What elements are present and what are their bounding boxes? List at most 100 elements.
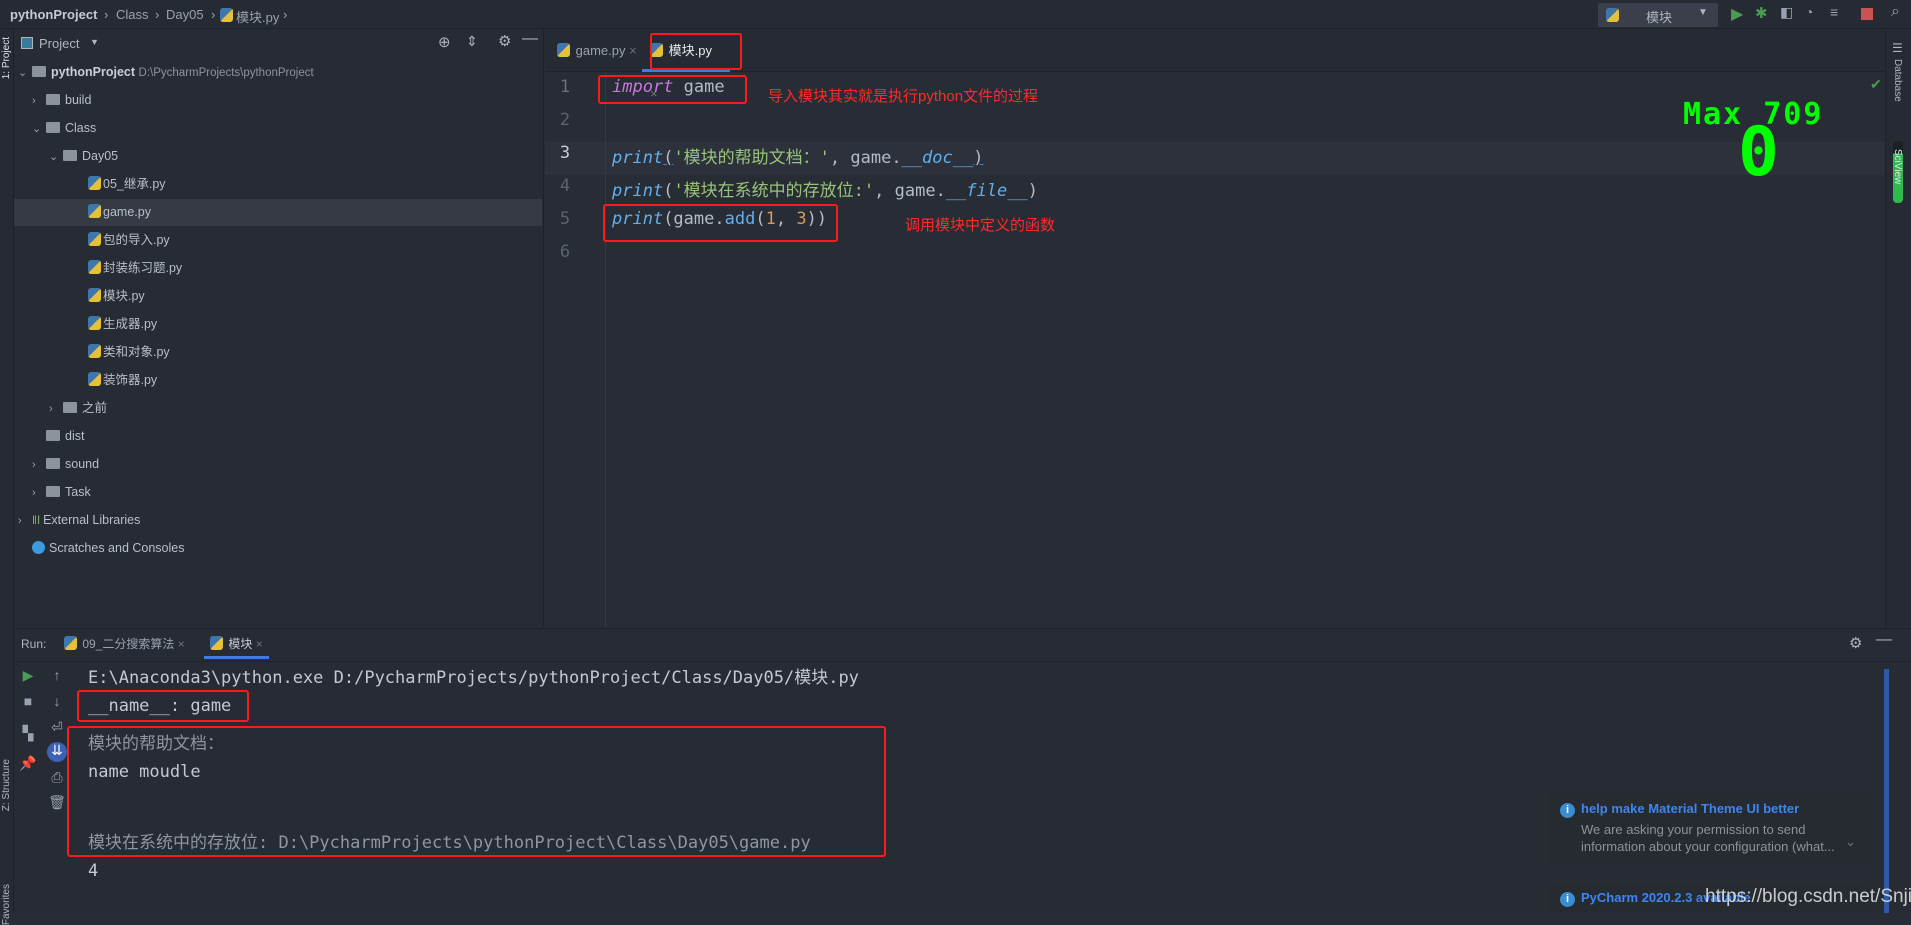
trash-icon[interactable]: 🗑 <box>47 794 67 811</box>
annotation-box-tab <box>650 33 742 70</box>
code-line-3: print('模块的帮助文档：', game.__doc__) <box>612 143 983 168</box>
breadcrumb-file[interactable]: 模块.py <box>236 7 279 26</box>
breadcrumb-project[interactable]: pythonProject <box>10 7 97 22</box>
notification-material-theme[interactable]: i help make Material Theme UI better We a… <box>1548 792 1870 864</box>
close-icon[interactable]: × <box>178 637 185 651</box>
sciview-tool-tab[interactable]: SciView <box>1892 149 1903 184</box>
run-config-dropdown[interactable]: 模块 ▼ <box>1598 3 1718 27</box>
gear-icon[interactable]: ⚙ <box>498 32 511 50</box>
project-tool-tab[interactable]: 1: Project <box>1 37 12 79</box>
chevron-right-icon: › <box>49 403 53 415</box>
chevron-down-icon: ▼ <box>1698 7 1708 18</box>
folder-icon <box>32 66 46 77</box>
print-icon[interactable]: ⎙ <box>47 769 67 786</box>
collapse-all-icon[interactable]: ⇕ <box>466 33 478 50</box>
database-tool-tab[interactable]: Database <box>1892 59 1903 102</box>
code-text: ) <box>973 148 984 168</box>
minimize-icon[interactable]: — <box>1876 631 1892 649</box>
close-icon[interactable]: × <box>256 637 263 651</box>
breadcrumb-sep: › <box>283 7 288 22</box>
chevron-right-icon: › <box>32 459 36 471</box>
breadcrumb-day05[interactable]: Day05 <box>166 7 204 22</box>
tree-item-folder[interactable]: › 之前 <box>14 395 542 422</box>
close-icon[interactable]: × <box>629 43 637 58</box>
info-icon: i <box>1560 803 1575 818</box>
minimize-icon[interactable]: — <box>522 30 538 48</box>
tree-item-file[interactable]: 05_继承.py <box>14 171 542 198</box>
breadcrumb-sep: › <box>155 7 160 22</box>
restore-layout-icon[interactable]: ▚ <box>18 725 38 742</box>
tree-item-file[interactable]: 生成器.py <box>14 311 542 338</box>
annotation-box-import <box>598 75 747 104</box>
tree-item-day05[interactable]: ⌄ Day05 <box>14 143 542 170</box>
coverage-icon[interactable]: ◧ <box>1780 4 1793 21</box>
debug-icon[interactable]: ✱ <box>1755 4 1768 22</box>
tree-item-pythonproject[interactable]: ⌄ pythonProject D:\PycharmProjects\python… <box>14 59 542 86</box>
tree-item-class[interactable]: ⌄ Class <box>14 115 542 142</box>
console-scrollbar[interactable] <box>1884 669 1889 913</box>
profile-icon[interactable]: ◔ <box>1805 4 1813 20</box>
folder-icon <box>46 430 60 441</box>
folder-icon <box>46 458 60 469</box>
structure-tool-tab[interactable]: Z: Structure <box>1 759 12 811</box>
tree-item-label: build <box>65 93 92 107</box>
tree-item-file[interactable]: 模块.py <box>14 283 542 310</box>
locate-icon[interactable]: ⊕ <box>438 33 451 51</box>
run-tab-label: 模块 <box>228 637 253 651</box>
run-tab-binary-search[interactable]: 09_二分搜索算法 × <box>64 629 185 659</box>
folder-icon <box>46 486 60 497</box>
gear-icon[interactable]: ⚙ <box>1849 634 1862 652</box>
run-icon[interactable]: ▶ <box>1731 4 1743 24</box>
tree-item-file[interactable]: 包的导入.py <box>14 227 542 254</box>
favorites-tool-tab[interactable]: Favorites <box>1 884 12 925</box>
tree-item-label: 装饰器.py <box>103 373 158 387</box>
tree-item-build[interactable]: › build <box>14 87 542 114</box>
tab-game-py[interactable]: game.py × <box>549 29 645 72</box>
notification-title[interactable]: help make Material Theme UI better <box>1581 801 1799 816</box>
project-view-selector[interactable]: Project <box>39 36 79 51</box>
run-config-label: 模块 <box>1646 10 1673 25</box>
python-file-icon <box>557 43 570 57</box>
code-text: ( <box>663 148 674 168</box>
search-icon[interactable]: ⌕ <box>1891 3 1900 21</box>
arrow-down-icon[interactable]: ↓ <box>47 693 67 709</box>
attribute: __file__ <box>945 181 1028 201</box>
pin-icon[interactable]: 📌 <box>18 755 38 772</box>
concurrency-icon[interactable]: ≡ <box>1830 4 1838 20</box>
tree-item-file[interactable]: 类和对象.py <box>14 339 542 366</box>
line-number: 3 <box>559 143 571 163</box>
rerun-icon[interactable]: ▶ <box>18 667 38 684</box>
python-icon <box>64 636 77 650</box>
tree-item-label: External Libraries <box>43 513 141 527</box>
soft-wrap-icon[interactable]: ⏎ <box>47 719 67 736</box>
check-icon: ✔ <box>1870 76 1882 92</box>
tree-item-scratches[interactable]: Scratches and Consoles <box>14 535 542 562</box>
chevron-down-icon: ⌄ <box>49 151 59 163</box>
tree-item-label: Day05 <box>82 149 119 163</box>
arrow-up-icon[interactable]: ↑ <box>47 667 67 683</box>
tree-item-external-libraries[interactable]: › ǁǀ External Libraries <box>14 507 542 534</box>
tab-label: game.py <box>575 43 626 58</box>
annotation-box-doc-file <box>67 726 886 857</box>
chevron-right-icon: › <box>18 515 22 527</box>
scroll-to-end-icon[interactable]: ⇊ <box>47 742 67 762</box>
tree-item-dist[interactable]: dist <box>14 423 542 450</box>
tree-item-task[interactable]: › Task <box>14 479 542 506</box>
chevron-down-icon[interactable]: ⌄ <box>1845 834 1856 850</box>
notification-body: We are asking your permission to send in… <box>1581 822 1835 854</box>
tree-item-file-selected[interactable]: game.py <box>14 199 542 226</box>
chevron-down-icon[interactable]: ▼ <box>90 37 99 47</box>
tree-item-file[interactable]: 装饰器.py <box>14 367 542 394</box>
run-tab-module[interactable]: 模块 × <box>204 629 269 659</box>
python-file-icon <box>88 176 101 190</box>
tree-item-sound[interactable]: › sound <box>14 451 542 478</box>
annotation-box-name <box>77 690 249 722</box>
breadcrumb-class[interactable]: Class <box>116 7 149 22</box>
run-label: Run: <box>21 637 47 651</box>
python-file-icon <box>88 316 101 330</box>
tree-item-file[interactable]: 封装练习题.py <box>14 255 542 282</box>
python-file-icon <box>88 344 101 358</box>
stop-icon[interactable]: ■ <box>18 693 38 709</box>
string-literal: '模块的帮助文档：' <box>673 148 830 168</box>
stop-icon[interactable] <box>1861 8 1873 20</box>
